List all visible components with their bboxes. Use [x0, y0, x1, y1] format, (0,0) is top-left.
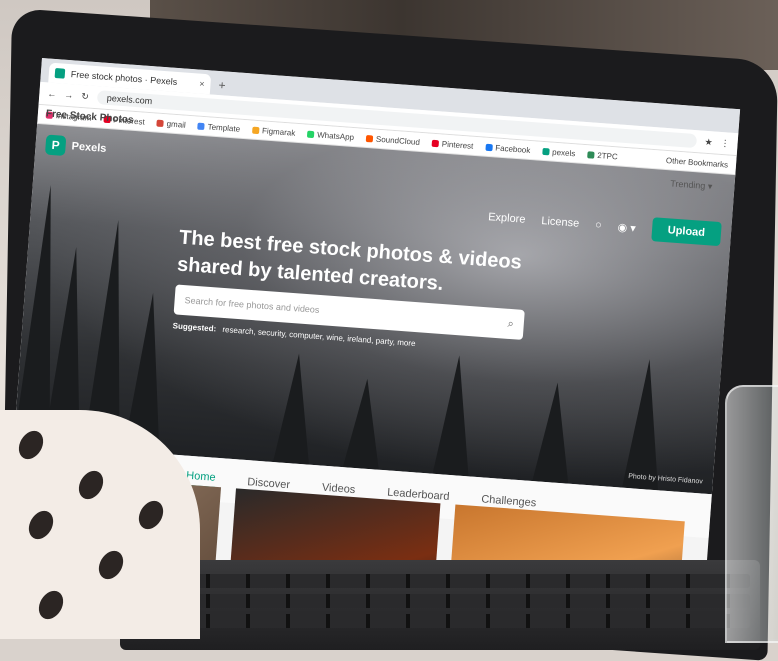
nav-license[interactable]: License [541, 215, 580, 230]
bookmark-item[interactable]: Pinterest [431, 138, 474, 150]
polka-dot [13, 426, 49, 464]
profile-icon[interactable]: ◉ ▾ [617, 220, 636, 234]
pexels-favicon-icon [54, 68, 66, 79]
gmail-icon [156, 119, 164, 127]
polka-dot [23, 506, 59, 544]
template-icon [197, 122, 205, 130]
new-tab-button[interactable]: + [210, 77, 234, 96]
laptop-keyboard [120, 560, 760, 650]
pinterest-icon [431, 139, 440, 148]
tree-silhouette [342, 377, 386, 470]
bookmark-item[interactable]: Figmarak [251, 125, 296, 137]
bookmark-item[interactable]: Template [197, 121, 240, 133]
menu-icon[interactable]: ⋮ [720, 137, 730, 149]
logo-text: Pexels [71, 140, 107, 155]
facebook-icon [485, 143, 493, 152]
polka-dot [93, 546, 129, 584]
search-icon[interactable]: ⌕ [507, 317, 514, 330]
bookmark-item[interactable]: 2TPC [587, 150, 618, 161]
figma-icon [251, 126, 260, 134]
tree-silhouette [432, 354, 478, 477]
star-icon[interactable]: ★ [704, 136, 713, 148]
upload-button[interactable]: Upload [650, 217, 722, 247]
polka-dot [33, 586, 69, 624]
tree-silhouette [622, 357, 668, 491]
top-nav: Explore License ○ ◉ ▾ Upload [487, 205, 722, 247]
reload-icon[interactable]: ↻ [81, 90, 89, 102]
pexels-logo[interactable]: P Pexels [44, 134, 107, 159]
pexels-icon [542, 147, 550, 156]
close-tab-icon[interactable]: × [199, 79, 205, 89]
soundcloud-icon [365, 134, 374, 143]
nav-explore[interactable]: Explore [488, 211, 526, 226]
bookmark-item[interactable]: gmail [156, 118, 186, 129]
back-icon[interactable]: ← [47, 89, 57, 100]
bookmark-item[interactable]: pexels [542, 146, 576, 158]
search-placeholder: Search for free photos and videos [184, 295, 320, 315]
forward-icon[interactable]: → [64, 90, 74, 101]
key-row [130, 594, 750, 608]
other-bookmarks[interactable]: Other Bookmarks [666, 155, 729, 169]
notifications-icon[interactable]: ○ [595, 219, 603, 231]
bookmark-leaf-icon [587, 151, 595, 159]
tree-silhouette [532, 381, 576, 484]
bookmark-item[interactable]: SoundCloud [365, 133, 420, 146]
tab-title: Free stock photos · Pexels [70, 69, 178, 87]
key-row [130, 614, 750, 628]
polka-dot [133, 496, 169, 534]
bookmark-item[interactable]: WhatsApp [306, 129, 354, 142]
drinking-glass [725, 385, 778, 643]
tab-videos[interactable]: Videos [321, 482, 355, 496]
pexels-logo-icon: P [44, 134, 67, 156]
tree-silhouette [273, 352, 317, 465]
polka-dot [73, 466, 109, 504]
whatsapp-icon [306, 130, 315, 139]
key-row [130, 574, 750, 588]
bookmark-item[interactable]: Facebook [485, 142, 531, 155]
suggested-label: Suggested: [172, 321, 217, 334]
